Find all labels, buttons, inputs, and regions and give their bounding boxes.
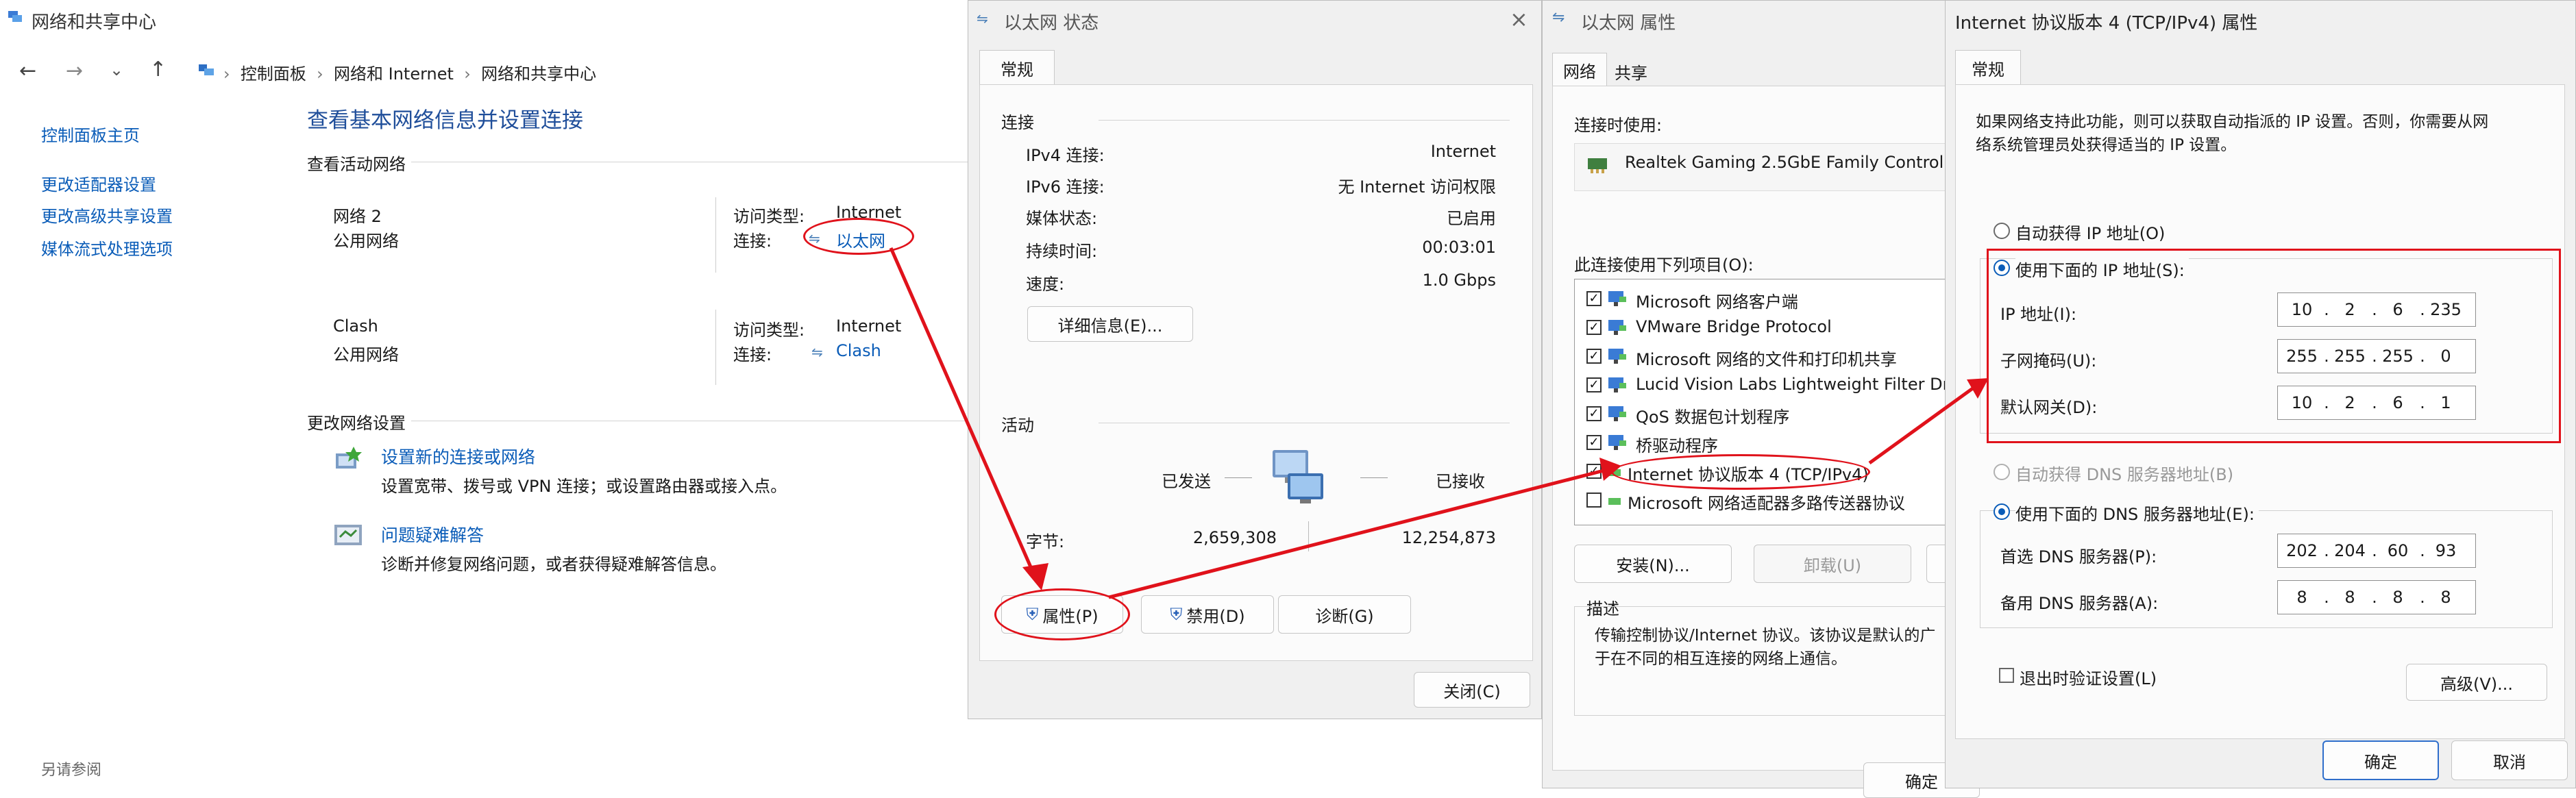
annotation-arrowhead xyxy=(1022,563,1048,590)
annotation-arrow xyxy=(1108,468,1607,599)
annotation-arrows xyxy=(889,247,1989,599)
annotation-arrow xyxy=(889,247,1038,581)
annotation-arrowhead xyxy=(1599,458,1621,481)
annotation-arrow xyxy=(1868,386,1975,465)
